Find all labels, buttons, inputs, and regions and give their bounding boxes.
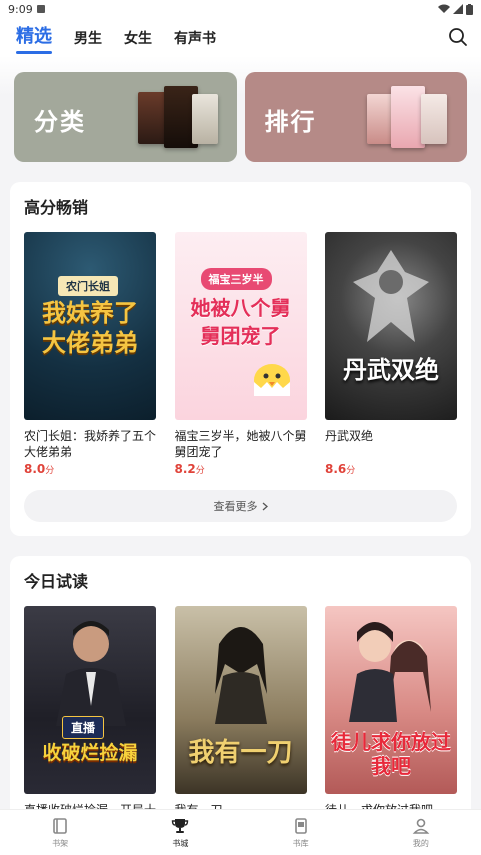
book-cover[interactable]: 直播 收破烂捡漏: [24, 606, 156, 794]
cover-tag: 直播: [62, 716, 105, 739]
nav-bookstore-label: 书城: [172, 838, 189, 848]
today-reading-section: 今日试读 直播 收破烂捡漏 直播收破烂捡漏，开局十万倍暴利: [10, 556, 471, 848]
banner-row: 分类 排行: [0, 56, 481, 162]
man-in-suit-illustration: [56, 621, 126, 726]
banner-cover-image: [192, 94, 218, 144]
book-score: 8.2分: [174, 462, 205, 476]
status-time: 9:09: [8, 2, 33, 16]
category-banner-label: 分类: [34, 107, 86, 136]
book-score: 8.6分: [325, 462, 356, 476]
nav-library[interactable]: 书库: [241, 810, 361, 855]
trophy-icon: [172, 818, 189, 833]
book-cover[interactable]: 福宝三岁半 她被八个舅舅团宠了: [174, 232, 307, 420]
book-cover[interactable]: 徒儿求你放过我吧: [325, 606, 457, 794]
nav-bookshelf-label: 书架: [52, 838, 69, 848]
nav-profile[interactable]: 我的: [361, 810, 481, 855]
tab-featured[interactable]: 精选: [16, 22, 52, 54]
category-banner[interactable]: 分类: [14, 72, 237, 162]
cover-title-art: 丹武双绝: [343, 355, 439, 384]
profile-icon: [412, 818, 430, 834]
book-item[interactable]: 福宝三岁半 她被八个舅舅团宠了 福宝三岁半，她被八个舅舅团宠了 8.2分: [174, 232, 307, 476]
section-title: 高分畅销: [24, 198, 89, 217]
tab-male[interactable]: 男生: [74, 28, 102, 52]
cover-title-art: 我妹养了大佬弟弟: [42, 298, 138, 357]
section-title: 今日试读: [24, 572, 89, 591]
book-title: 福宝三岁半，她被八个舅舅团宠了: [174, 429, 307, 459]
ranking-banner[interactable]: 排行: [244, 72, 467, 162]
status-bar: 9:09: [0, 0, 481, 18]
banner-cover-image: [420, 94, 447, 144]
warrior-illustration: [353, 250, 429, 342]
nav-profile-label: 我的: [412, 838, 429, 848]
book-item[interactable]: 农门长姐 我妹养了大佬弟弟 农门长姐：我娇养了五个大佬弟弟 8.0分: [24, 232, 156, 476]
cover-title-art: 我有一刀: [188, 738, 293, 768]
view-more-button[interactable]: 查看更多: [24, 490, 457, 522]
cover-title-art: 她被八个舅舅团宠了: [190, 296, 291, 348]
bottom-nav: 书架 书城 书库 我的: [0, 809, 481, 855]
chick-illustration: [253, 364, 290, 396]
book-item[interactable]: 丹武双绝 丹武双绝 8.6分: [325, 232, 457, 476]
cover-title-art: 徒儿求你放过我吧: [331, 730, 451, 778]
tab-audiobook[interactable]: 有声书: [174, 28, 216, 52]
battery-icon: [466, 3, 473, 15]
book-title: 丹武双绝: [325, 429, 374, 443]
book-score: 8.0分: [24, 462, 55, 476]
book-cover[interactable]: 我有一刀: [174, 606, 307, 794]
search-icon[interactable]: [447, 26, 469, 48]
tab-female[interactable]: 女生: [124, 28, 152, 52]
couple-illustration: [349, 622, 431, 722]
nav-bookstore[interactable]: 书城: [120, 810, 240, 855]
top-nav: 精选 男生 女生 有声书: [0, 18, 481, 56]
banner-cover-image: [390, 86, 425, 148]
library-icon: [294, 817, 307, 834]
cover-tag: 福宝三岁半: [200, 268, 272, 290]
book-cover[interactable]: 农门长姐 我妹养了大佬弟弟: [24, 232, 156, 420]
book-item[interactable]: 徒儿求你放过我吧 徒儿，求你放过我吧: [325, 606, 457, 834]
ranking-banner-label: 排行: [264, 107, 317, 136]
nav-library-label: 书库: [292, 838, 309, 848]
book-item[interactable]: 直播 收破烂捡漏 直播收破烂捡漏，开局十万倍暴利: [24, 606, 156, 834]
book-item[interactable]: 我有一刀 我有一刀: [174, 606, 307, 834]
swordsman-illustration: [214, 627, 267, 724]
notification-icon: [36, 5, 45, 13]
cover-tag: 农门长姐: [58, 276, 118, 296]
cover-title-art: 收破烂捡漏: [42, 742, 138, 764]
view-more-label: 查看更多: [213, 500, 258, 513]
chevron-right-icon: [262, 502, 268, 510]
bookshelf-icon: [53, 817, 67, 834]
signal-icon: [453, 4, 463, 14]
book-cover[interactable]: 丹武双绝: [325, 232, 457, 420]
wifi-icon: [438, 4, 450, 13]
book-title: 农门长姐：我娇养了五个大佬弟弟: [24, 429, 156, 459]
high-score-section: 高分畅销 农门长姐 我妹养了大佬弟弟 农门长姐：我娇养了五个大佬弟弟 8.0分 …: [10, 182, 471, 536]
nav-bookshelf[interactable]: 书架: [0, 810, 120, 855]
